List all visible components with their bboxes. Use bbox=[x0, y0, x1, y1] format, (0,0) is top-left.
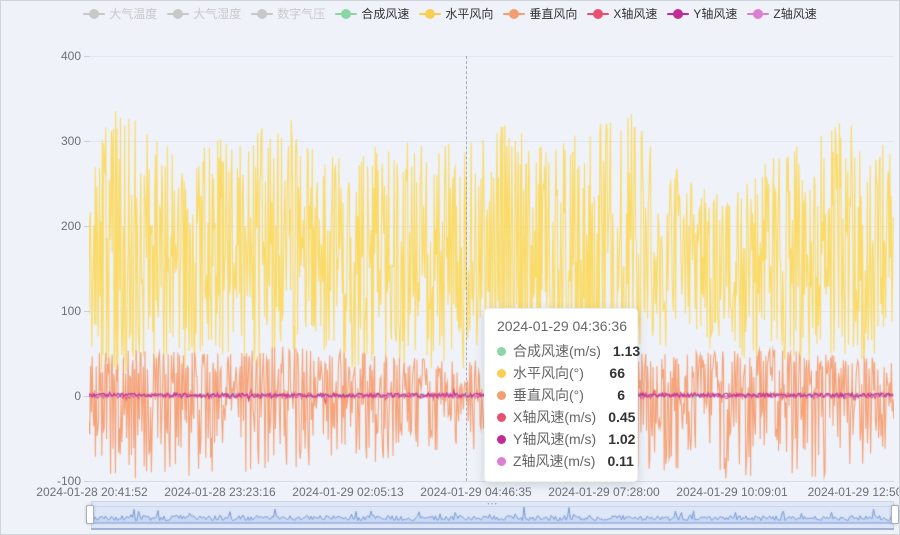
x-axis-label: 2024-01-28 23:23:16 bbox=[164, 485, 275, 499]
legend-line-dot-icon bbox=[83, 9, 105, 19]
tooltip-row: 垂直风向(°) 6 bbox=[497, 384, 625, 406]
tooltip-series-label: Z轴风速(m/s) bbox=[513, 451, 595, 471]
legend-item-4[interactable]: 合成风速 bbox=[335, 6, 409, 22]
legend-line-dot-icon bbox=[419, 9, 441, 19]
legend-label: Y轴风速 bbox=[693, 6, 737, 22]
tooltip-row: Y轴风速(m/s)1.02 bbox=[497, 428, 625, 450]
datazoom-right-handle[interactable] bbox=[891, 505, 899, 524]
legend-line-dot-icon bbox=[667, 9, 689, 19]
axis-pointer-line bbox=[466, 56, 467, 481]
tooltip-title: 2024-01-29 04:36:36 bbox=[497, 318, 625, 334]
y-axis-label: 300 bbox=[31, 134, 81, 148]
tooltip-series-value: 6 bbox=[605, 387, 625, 403]
x-axis-label: 2024-01-29 02:05:13 bbox=[292, 485, 403, 499]
series-color-dot-icon bbox=[497, 391, 506, 400]
y-axis-label: 200 bbox=[31, 219, 81, 233]
legend-line-dot-icon bbox=[747, 9, 769, 19]
tooltip-rows: 合成风速(m/s)1.13水平风向(°) 66 垂直风向(°) 6 X轴风速(m/s)0… bbox=[497, 340, 625, 472]
series-color-dot-icon bbox=[497, 435, 506, 444]
tooltip: 2024-01-29 04:36:36 合成风速(m/s)1.13水平风向(°)… bbox=[484, 308, 638, 482]
legend-line-dot-icon bbox=[587, 9, 609, 19]
legend-label: Z轴风速 bbox=[773, 6, 816, 22]
datazoom-left-handle[interactable] bbox=[86, 505, 94, 524]
series-color-dot-icon bbox=[497, 347, 506, 356]
x-axis-label: 2024-01-29 04:46:35 bbox=[420, 485, 531, 499]
legend-label: 垂直风向 bbox=[529, 6, 577, 22]
series-color-dot-icon bbox=[497, 457, 506, 466]
legend: 大气温度 大气湿度 数字气压 合成风速 水平风向 垂直风向 X轴风速 Y轴风速 Z轴风速 bbox=[1, 6, 899, 22]
datazoom-track[interactable] bbox=[91, 507, 894, 528]
series-color-dot-icon bbox=[497, 413, 506, 422]
legend-label: 数字气压 bbox=[277, 6, 325, 22]
tooltip-series-value: 0.45 bbox=[596, 409, 635, 425]
series-color-dot-icon bbox=[497, 369, 506, 378]
tooltip-series-label: 合成风速(m/s) bbox=[513, 341, 601, 361]
legend-line-dot-icon bbox=[503, 9, 525, 19]
tooltip-row: X轴风速(m/s)0.45 bbox=[497, 406, 625, 428]
tooltip-row: 合成风速(m/s)1.13 bbox=[497, 340, 625, 362]
legend-item-5[interactable]: 水平风向 bbox=[419, 6, 493, 22]
datazoom-bottom-border bbox=[91, 528, 894, 530]
tooltip-row: 水平风向(°) 66 bbox=[497, 362, 625, 384]
x-axis-label: 2024-01-29 07:28:00 bbox=[548, 485, 659, 499]
legend-label: 大气湿度 bbox=[193, 6, 241, 22]
tooltip-row: Z轴风速(m/s)0.11 bbox=[497, 450, 625, 472]
tooltip-series-label: 垂直风向(°) bbox=[513, 385, 584, 405]
x-axis-label: 2024-01-29 10:09:01 bbox=[676, 485, 787, 499]
tooltip-series-label: Y轴风速(m/s) bbox=[513, 429, 596, 449]
tooltip-series-value: 66 bbox=[597, 365, 625, 381]
legend-item-9[interactable]: Z轴风速 bbox=[747, 6, 816, 22]
y-axis-label: 400 bbox=[31, 49, 81, 63]
legend-item-1[interactable]: 大气温度 bbox=[83, 6, 157, 22]
x-axis-label: 2024-01-28 20:41:52 bbox=[36, 485, 147, 499]
tooltip-series-label: X轴风速(m/s) bbox=[513, 407, 596, 427]
datazoom-slider[interactable]: ⋯ bbox=[91, 501, 894, 530]
tooltip-series-label: 水平风向(°) bbox=[513, 363, 584, 383]
legend-item-8[interactable]: Y轴风速 bbox=[667, 6, 737, 22]
legend-item-2[interactable]: 大气湿度 bbox=[167, 6, 241, 22]
datazoom-waveform-canvas bbox=[92, 507, 893, 526]
chart-page: 大气温度 大气湿度 数字气压 合成风速 水平风向 垂直风向 X轴风速 Y轴风速 Z轴风速 400… bbox=[0, 0, 900, 535]
legend-line-dot-icon bbox=[251, 9, 273, 19]
tooltip-series-value: 0.11 bbox=[595, 453, 633, 469]
legend-line-dot-icon bbox=[335, 9, 357, 19]
tooltip-series-value: 1.13 bbox=[601, 343, 640, 359]
x-axis-label: 2024-01-29 12:50:3 bbox=[808, 485, 900, 499]
tooltip-series-value: 1.02 bbox=[596, 431, 635, 447]
legend-item-6[interactable]: 垂直风向 bbox=[503, 6, 577, 22]
legend-label: 合成风速 bbox=[361, 6, 409, 22]
legend-label: 水平风向 bbox=[445, 6, 493, 22]
y-axis-label: 0 bbox=[31, 389, 81, 403]
legend-item-7[interactable]: X轴风速 bbox=[587, 6, 657, 22]
legend-label: X轴风速 bbox=[613, 6, 657, 22]
legend-item-3[interactable]: 数字气压 bbox=[251, 6, 325, 22]
y-axis-label: 100 bbox=[31, 304, 81, 318]
legend-label: 大气温度 bbox=[109, 6, 157, 22]
legend-line-dot-icon bbox=[167, 9, 189, 19]
